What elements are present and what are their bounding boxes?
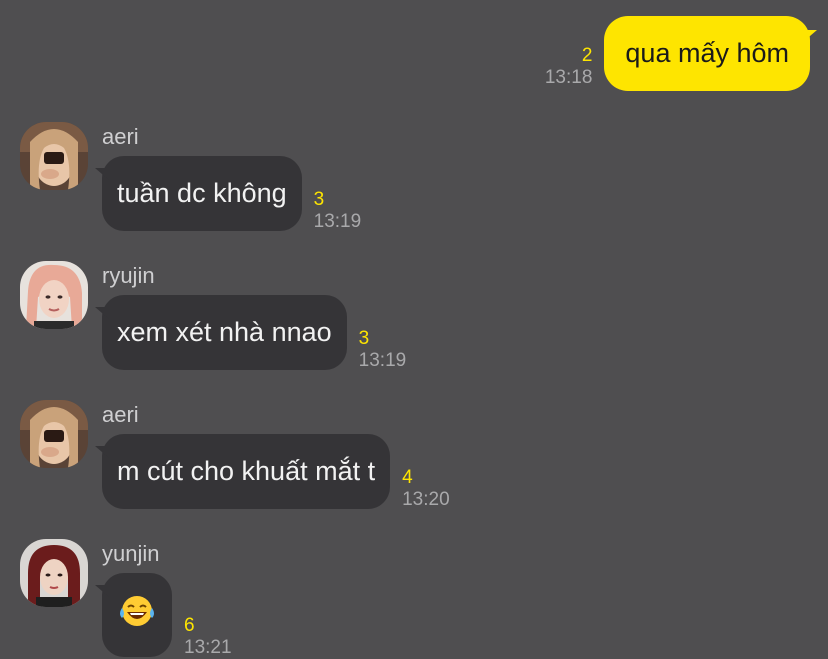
laughing-tears-emoji-icon bbox=[117, 594, 157, 626]
outgoing-message: 2 13:18 qua mấy hôm bbox=[545, 16, 817, 91]
chat-room: 2 13:18 qua mấy hôm aeri tuần dc không 3… bbox=[0, 0, 828, 659]
avatar[interactable] bbox=[20, 400, 88, 468]
incoming-message: aeri tuần dc không 3 13:19 bbox=[20, 122, 362, 233]
message-time: 13:20 bbox=[402, 489, 450, 510]
incoming-message: ryujin xem xét nhà nnao 3 13:19 bbox=[20, 261, 407, 372]
unread-count: 3 bbox=[358, 328, 370, 349]
sender-name: aeri bbox=[102, 402, 139, 427]
message-meta: 4 13:20 bbox=[402, 467, 450, 511]
bubble-tail bbox=[95, 446, 109, 458]
message-text: qua mấy hôm bbox=[625, 38, 789, 68]
message-meta: 6 13:21 bbox=[184, 615, 232, 659]
sender-name: ryujin bbox=[102, 263, 155, 288]
message-bubble[interactable]: m cút cho khuất mắt t bbox=[95, 434, 391, 509]
bubble-tail bbox=[95, 307, 109, 319]
message-time: 13:18 bbox=[544, 67, 593, 88]
message-meta: 3 13:19 bbox=[359, 328, 407, 372]
message-meta: 3 13:19 bbox=[314, 189, 362, 233]
bubble-tail bbox=[95, 168, 109, 180]
ryujin-avatar-icon bbox=[20, 261, 88, 329]
sender-name: aeri bbox=[102, 124, 139, 149]
unread-count: 3 bbox=[313, 189, 325, 210]
message-bubble[interactable] bbox=[95, 573, 172, 657]
message-text: m cút cho khuất mắt t bbox=[117, 456, 376, 486]
unread-count: 4 bbox=[402, 467, 413, 488]
message-text: tuần dc không bbox=[117, 178, 287, 208]
message-time: 13:19 bbox=[313, 211, 362, 232]
incoming-message: yunjin 6 13:21 bbox=[20, 539, 232, 659]
message-bubble[interactable]: xem xét nhà nnao bbox=[95, 295, 347, 370]
message-bubble[interactable]: qua mấy hôm bbox=[604, 16, 817, 91]
unread-count: 6 bbox=[184, 615, 195, 636]
avatar[interactable] bbox=[20, 122, 88, 190]
avatar[interactable] bbox=[20, 539, 88, 607]
message-time: 13:19 bbox=[358, 350, 407, 371]
bubble-tail bbox=[803, 30, 817, 42]
message-text: xem xét nhà nnao bbox=[117, 317, 332, 347]
message-meta: 2 13:18 bbox=[545, 45, 593, 89]
yunjin-avatar-icon bbox=[20, 539, 88, 607]
incoming-message: aeri m cút cho khuất mắt t 4 13:20 bbox=[20, 400, 450, 511]
aeri-avatar-icon bbox=[20, 400, 88, 468]
aeri-avatar-icon bbox=[20, 122, 88, 190]
bubble-tail bbox=[95, 585, 109, 597]
unread-count: 2 bbox=[581, 45, 593, 66]
message-bubble[interactable]: tuần dc không bbox=[95, 156, 302, 231]
avatar[interactable] bbox=[20, 261, 88, 329]
sender-name: yunjin bbox=[102, 541, 160, 566]
